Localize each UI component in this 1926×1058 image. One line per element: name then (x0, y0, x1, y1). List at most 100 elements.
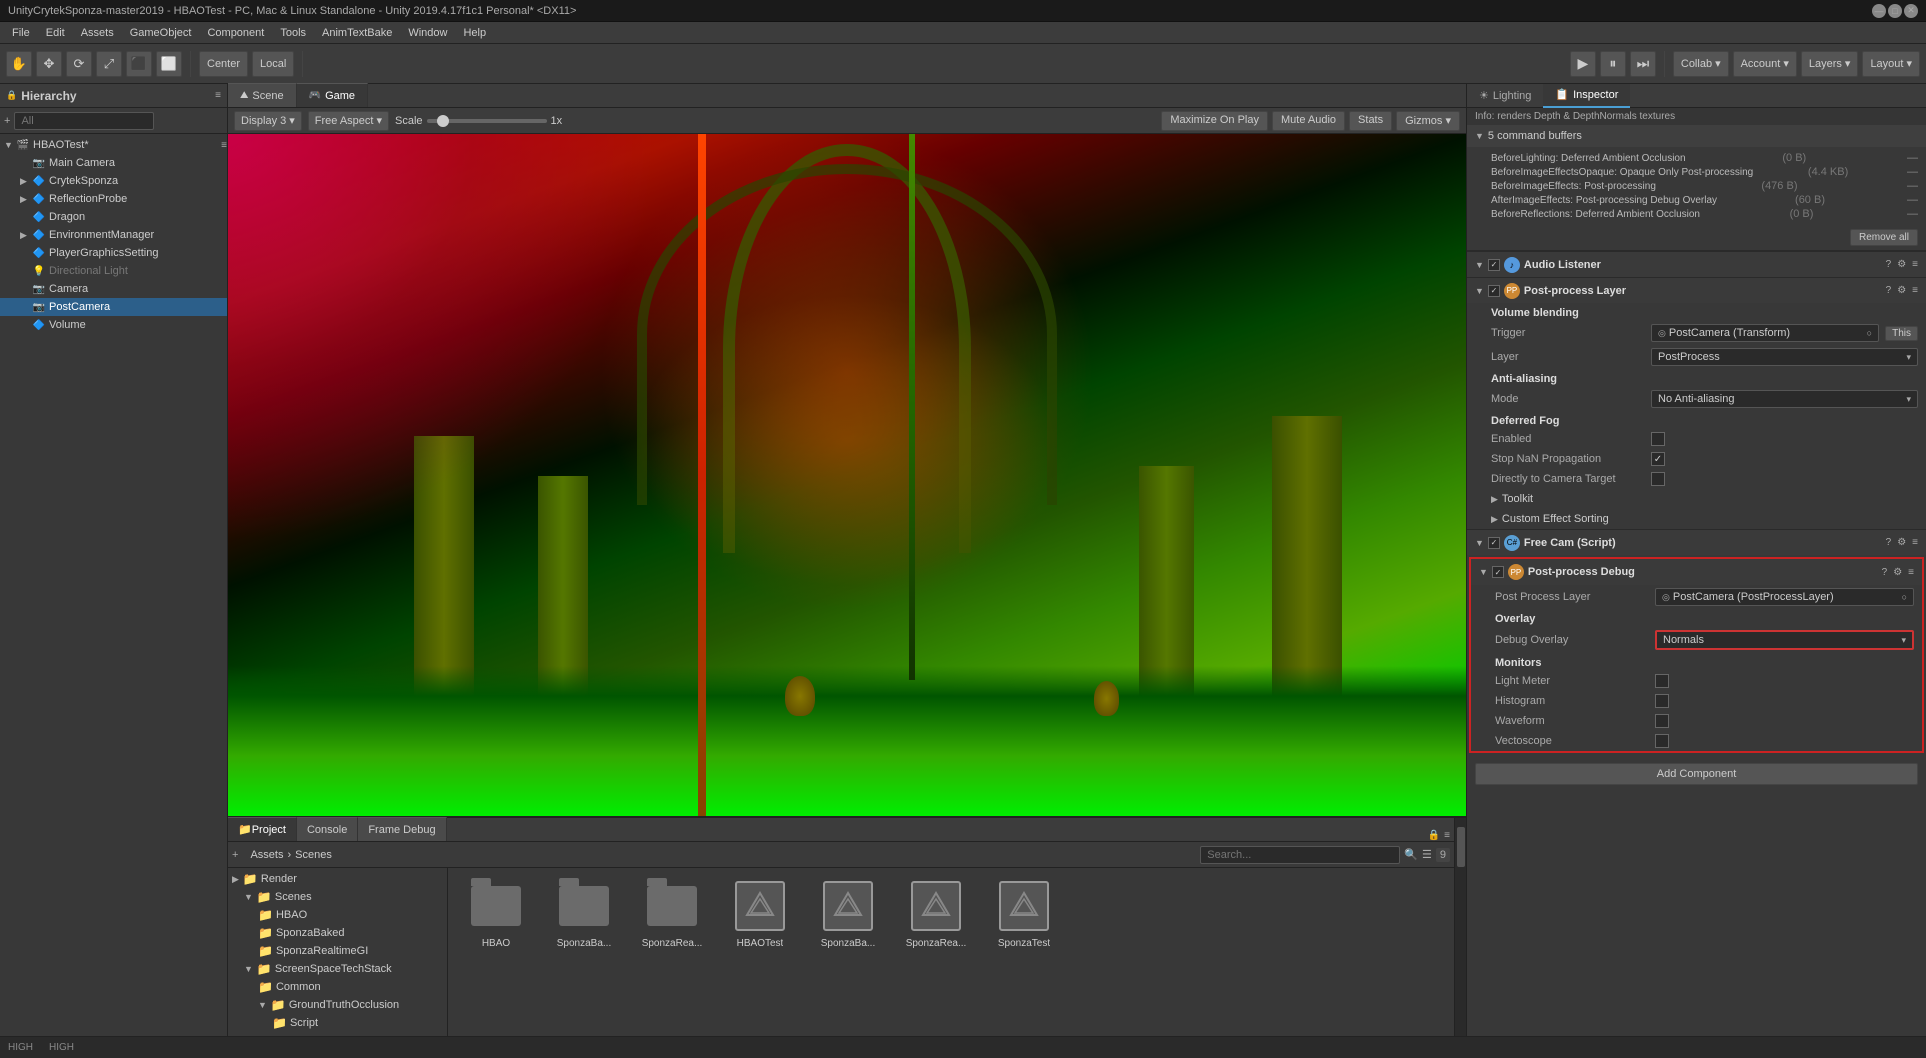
minimize-button[interactable]: — (1872, 4, 1886, 18)
mute-audio-btn[interactable]: Mute Audio (1272, 111, 1345, 131)
inspector-tab[interactable]: 📋 Inspector (1543, 84, 1630, 108)
trigger-circle-icon[interactable]: ○ (1867, 328, 1872, 338)
menu-edit[interactable]: Edit (38, 25, 73, 41)
custom-effect-row[interactable]: ▶ Custom Effect Sorting (1467, 509, 1926, 529)
ppd-help-icon[interactable]: ? (1882, 567, 1888, 578)
ppl-settings-icon[interactable]: ⚙ (1897, 285, 1906, 296)
aspect-dropdown[interactable]: Free Aspect ▾ (308, 111, 389, 131)
hierarchy-item-playergfx[interactable]: 🔷 PlayerGraphicsSetting (0, 244, 227, 262)
tree-render[interactable]: ▶ 📁 Render (228, 870, 447, 888)
ppl-menu-icon[interactable]: ≡ (1912, 285, 1918, 296)
directlytocamera-checkbox[interactable] (1651, 472, 1665, 486)
layer-field[interactable]: PostProcess ▾ (1651, 348, 1918, 366)
tree-common[interactable]: 📁 Common (228, 978, 447, 996)
tool-transform[interactable]: ⬜ (156, 51, 182, 77)
histogram-checkbox[interactable] (1655, 694, 1669, 708)
ppd-enabled[interactable] (1492, 566, 1504, 578)
tree-shaders[interactable]: ▼ 📁 Shaders (228, 1032, 447, 1036)
vectoscope-checkbox[interactable] (1655, 734, 1669, 748)
buffer-remove-4[interactable]: — (1907, 208, 1918, 220)
hierarchy-item-postcamera[interactable]: 📷 PostCamera (0, 298, 227, 316)
ppd-settings-icon[interactable]: ⚙ (1893, 567, 1902, 578)
tool-rotate[interactable]: ⟳ (66, 51, 92, 77)
ppd-menu-icon[interactable]: ≡ (1908, 567, 1914, 578)
menu-animtextbake[interactable]: AnimTextBake (314, 25, 400, 41)
buffer-remove-3[interactable]: — (1907, 194, 1918, 206)
local-button[interactable]: Local (252, 51, 294, 77)
freecam-help-icon[interactable]: ? (1886, 537, 1892, 548)
maximize-on-play-btn[interactable]: Maximize On Play (1161, 111, 1268, 131)
hierarchy-item-reflectionprobe[interactable]: ▶ 🔷 ReflectionProbe (0, 190, 227, 208)
framedebug-tab[interactable]: Frame Debug (358, 817, 446, 841)
hierarchy-item-crytek[interactable]: ▶ 🔷 CrytekSponza (0, 172, 227, 190)
hierarchy-item-envmanager[interactable]: ▶ 🔷 EnvironmentManager (0, 226, 227, 244)
menu-help[interactable]: Help (455, 25, 494, 41)
step-button[interactable]: ⏭ (1630, 51, 1656, 77)
hierarchy-search[interactable] (14, 112, 154, 130)
hierarchy-item-hbaotest[interactable]: ▼ 🎬 HBAOTest* ≡ (0, 136, 227, 154)
trigger-field[interactable]: ◎ PostCamera (Transform) ○ (1651, 324, 1879, 342)
collab-button[interactable]: Collab ▾ (1673, 51, 1729, 77)
tree-sstechstack[interactable]: ▼ 📁 ScreenSpaceTechStack (228, 960, 447, 978)
tool-hand[interactable]: ✋ (6, 51, 32, 77)
mode-field[interactable]: No Anti-aliasing ▾ (1651, 390, 1918, 408)
debug-overlay-field[interactable]: Normals ▾ (1655, 630, 1914, 650)
console-tab[interactable]: Console (297, 817, 358, 841)
breadcrumb-scenes[interactable]: Scenes (295, 849, 332, 861)
audio-help-icon[interactable]: ? (1886, 259, 1892, 270)
tool-rect[interactable]: ⬛ (126, 51, 152, 77)
layout-button[interactable]: Layout ▾ (1862, 51, 1920, 77)
tree-script[interactable]: 📁 Script (228, 1014, 447, 1032)
hierarchy-item-dragon[interactable]: 🔷 Dragon (0, 208, 227, 226)
tree-hbao[interactable]: 📁 HBAO (228, 906, 447, 924)
project-add-icon[interactable]: + (232, 849, 238, 861)
gizmos-btn[interactable]: Gizmos ▾ (1396, 111, 1460, 131)
fog-enabled-checkbox[interactable] (1651, 432, 1665, 446)
menu-gameobject[interactable]: GameObject (122, 25, 200, 41)
audio-settings-icon[interactable]: ⚙ (1897, 259, 1906, 270)
hierarchy-item-maincamera[interactable]: 📷 Main Camera (0, 154, 227, 172)
lightmeter-checkbox[interactable] (1655, 674, 1669, 688)
search-icon[interactable]: 🔍 (1404, 848, 1418, 861)
pause-button[interactable]: ⏸ (1600, 51, 1626, 77)
command-buffers-header[interactable]: ▼ 5 command buffers (1467, 125, 1926, 147)
menu-tools[interactable]: Tools (272, 25, 314, 41)
tree-scenes[interactable]: ▼ 📁 Scenes (228, 888, 447, 906)
hierarchy-item-menu[interactable]: ≡ (221, 140, 227, 151)
ppd-layer-circle[interactable]: ○ (1902, 592, 1907, 602)
tool-scale[interactable]: ⤢ (96, 51, 122, 77)
close-button[interactable]: ✕ (1904, 4, 1918, 18)
asset-sponzatest[interactable]: SponzaTest (984, 876, 1064, 949)
menu-component[interactable]: Component (199, 25, 272, 41)
freecam-menu-icon[interactable]: ≡ (1912, 537, 1918, 548)
audio-menu-icon[interactable]: ≡ (1912, 259, 1918, 270)
menu-window[interactable]: Window (400, 25, 455, 41)
asset-sponzaba[interactable]: SponzaBa... (544, 876, 624, 949)
hierarchy-item-dirlight[interactable]: 💡 Directional Light (0, 262, 227, 280)
remove-all-button[interactable]: Remove all (1850, 229, 1918, 246)
scale-slider[interactable] (427, 119, 547, 123)
game-tab[interactable]: 🎮 Game (297, 83, 368, 107)
ppl-enabled[interactable] (1488, 285, 1500, 297)
scene-tab[interactable]: ⛰ Scene (228, 83, 297, 107)
project-tab[interactable]: 📁 Project (228, 817, 297, 841)
asset-sponzarea2[interactable]: SponzaRea... (896, 876, 976, 949)
project-search-input[interactable] (1200, 846, 1400, 864)
project-vscrollbar[interactable] (1454, 818, 1466, 1036)
freecam-settings-icon[interactable]: ⚙ (1897, 537, 1906, 548)
asset-sponzarea[interactable]: SponzaRea... (632, 876, 712, 949)
layers-button[interactable]: Layers ▾ (1801, 51, 1859, 77)
center-button[interactable]: Center (199, 51, 248, 77)
asset-sponzaba2[interactable]: SponzaBa... (808, 876, 888, 949)
buffer-remove-0[interactable]: — (1907, 152, 1918, 164)
project-lock-icon[interactable]: 🔒 (1428, 830, 1440, 841)
breadcrumb-assets[interactable]: Assets (250, 849, 283, 861)
stats-btn[interactable]: Stats (1349, 111, 1392, 131)
play-button[interactable]: ▶ (1570, 51, 1596, 77)
toolkit-row[interactable]: ▶ Toolkit (1467, 489, 1926, 509)
game-viewport[interactable] (228, 134, 1466, 816)
maximize-button[interactable]: □ (1888, 4, 1902, 18)
buffer-remove-1[interactable]: — (1907, 166, 1918, 178)
lighting-tab[interactable]: ☀ Lighting (1467, 84, 1543, 108)
asset-hbaotest[interactable]: HBAOTest (720, 876, 800, 949)
